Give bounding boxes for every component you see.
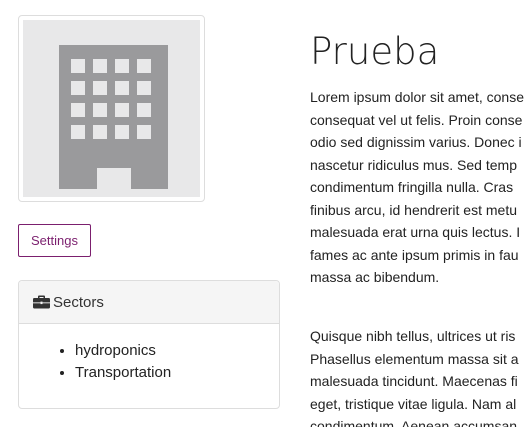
text-line: finibus arcu, id hendrerit est metu <box>310 201 517 218</box>
description-paragraph-1: Lorem ipsum dolor sit amet, conse conseq… <box>310 86 532 289</box>
org-image-thumbnail <box>18 15 205 202</box>
briefcase-icon <box>33 295 50 309</box>
text-line: massa ac bibendum. <box>310 269 440 285</box>
text-line: condimentum. Aenean accumsan <box>310 418 518 427</box>
org-title: Prueba <box>310 30 440 73</box>
text-line: nascetur ridiculus mus. Sed temp <box>310 156 517 173</box>
text-line: condimentum fringilla nulla. Cras <box>310 179 514 195</box>
settings-button[interactable]: Settings <box>18 224 91 257</box>
text-line: malesuada erat urna quis lectus. I <box>310 224 521 240</box>
building-icon <box>59 45 168 189</box>
sectors-list: hydroponics Transportation <box>19 340 279 384</box>
text-line: fames ac ante ipsum primis in fau <box>310 246 519 263</box>
sectors-panel-heading: Sectors <box>19 281 279 324</box>
text-line: Quisque nibh tellus, ultrices ut ris <box>310 328 516 344</box>
text-line: eget, tristique vitae ligula. Nam al <box>310 395 517 412</box>
sectors-panel-body: hydroponics Transportation <box>19 324 279 384</box>
sectors-panel-title: Sectors <box>53 293 104 311</box>
sectors-panel: Sectors hydroponics Transportation <box>18 280 280 409</box>
text-line: malesuada tincidunt. Maecenas fi <box>310 373 518 389</box>
text-line: Phasellus elementum massa sit a <box>310 350 519 367</box>
org-image-placeholder <box>23 20 200 197</box>
page: Settings Sectors hydroponics Transportat… <box>0 0 532 427</box>
text-line: consequat vel ut felis. Proin conse <box>310 111 523 128</box>
text-line: odio sed dignissim varius. Donec i <box>310 134 522 150</box>
text-line: Lorem ipsum dolor sit amet, conse <box>310 89 524 105</box>
sector-item: hydroponics <box>75 340 279 362</box>
sector-item: Transportation <box>75 362 279 384</box>
description-paragraph-2: Quisque nibh tellus, ultrices ut ris Pha… <box>310 325 532 427</box>
